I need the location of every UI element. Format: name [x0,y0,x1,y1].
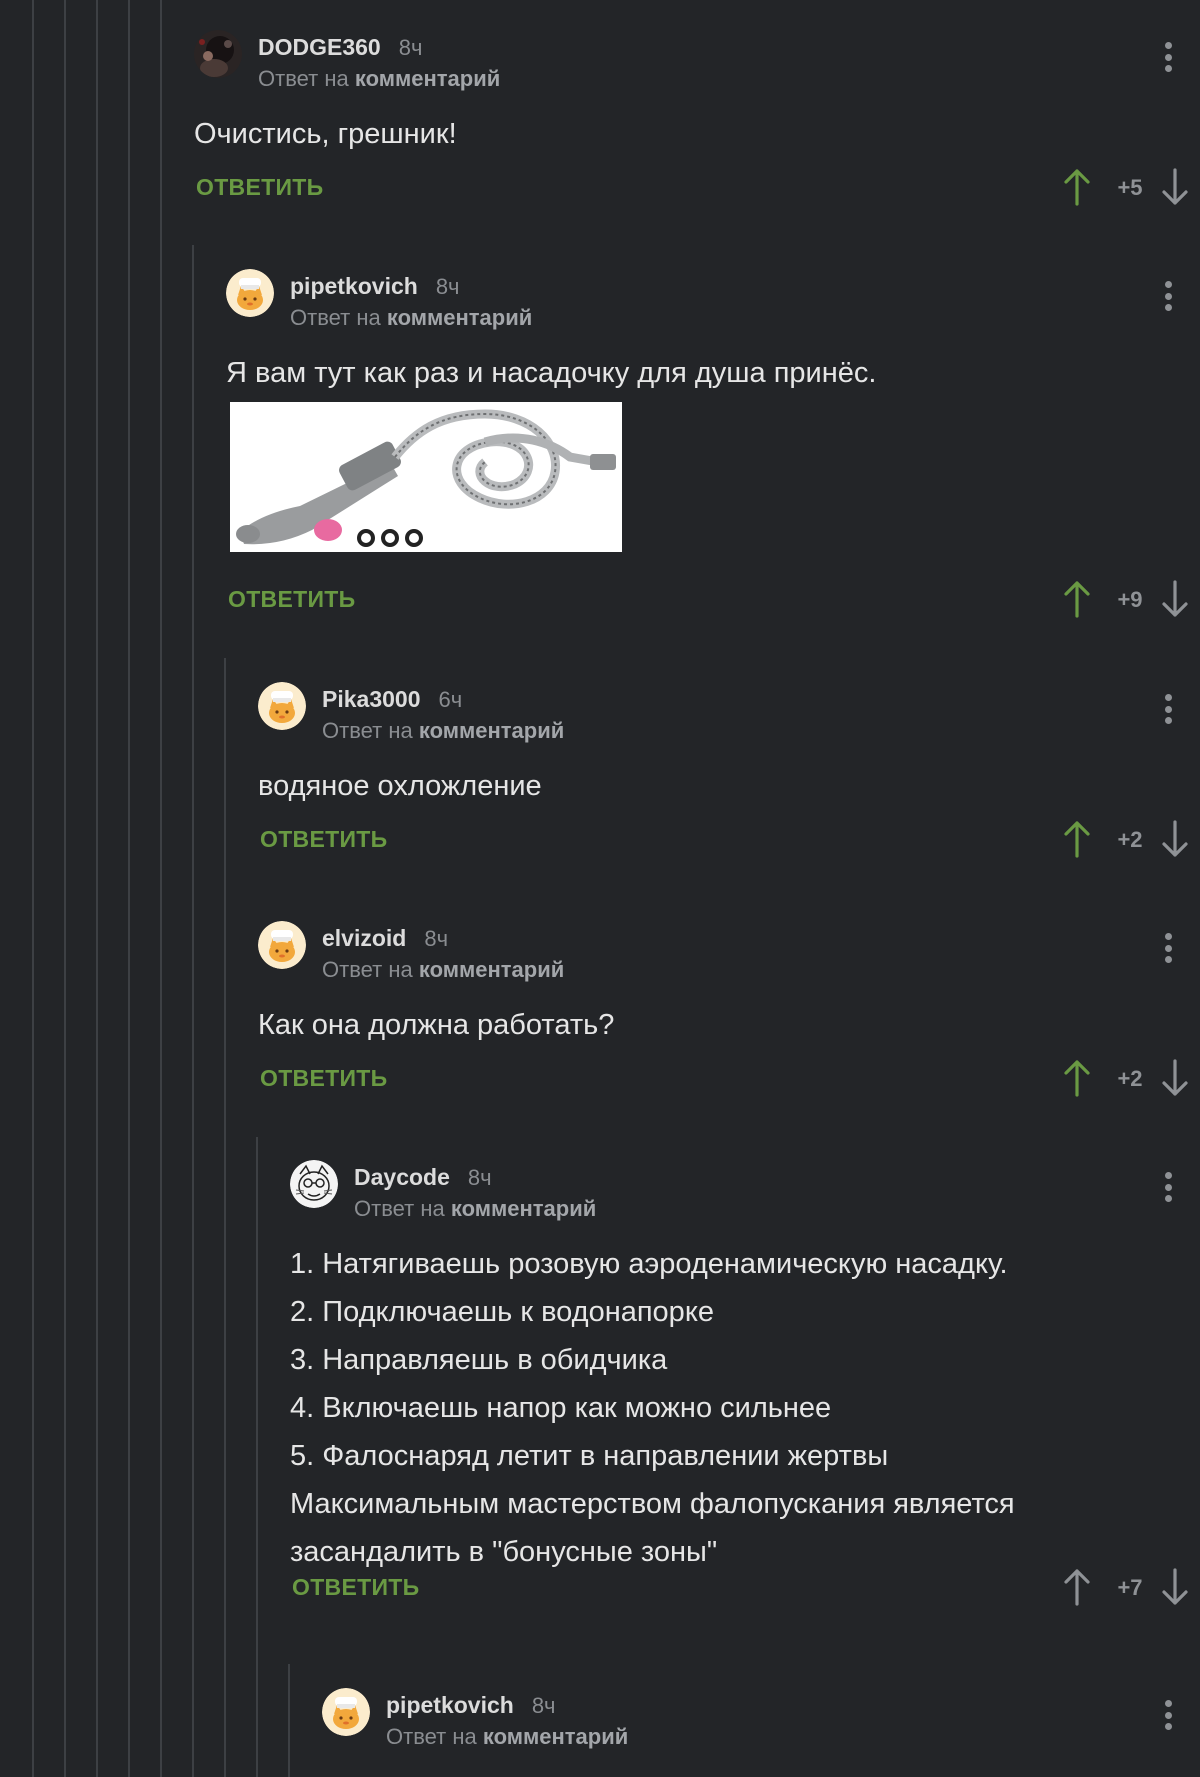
comment: Daycode 8ч Ответ на комментарий 1. Натяги… [290,1160,1200,1610]
timestamp: 8ч [398,35,423,60]
more-options-icon[interactable] [1164,1172,1172,1202]
text-line: 4. Включаешь напор как можно сильнее [290,1392,832,1424]
default-cat-avatar-icon [258,682,306,730]
reply-button[interactable]: ОТВЕТИТЬ [260,1065,387,1092]
username[interactable]: elvizoid 8ч [322,925,448,952]
score: +5 [1117,175,1143,200]
more-options-icon[interactable] [1164,42,1172,72]
timestamp: 8ч [424,926,449,951]
upvote-arrow-icon[interactable] [1062,1058,1092,1098]
comment: pipetkovich 8ч Ответ на комментарий [322,1688,1200,1777]
sketch-avatar-icon [290,1160,338,1208]
comment-text: Как она должна работать? [258,1009,615,1041]
comment: pipetkovich 8ч Ответ на комментарий Я вам… [226,269,1200,629]
timestamp: 8ч [531,1693,556,1718]
username[interactable]: DODGE360 8ч [258,34,422,61]
thread-line [160,0,162,1777]
text-line: Максимальным мастерством фалопускания яв… [290,1488,1015,1520]
downvote-arrow-icon[interactable] [1160,1567,1190,1607]
default-cat-avatar-icon [258,921,306,969]
username[interactable]: pipetkovich 8ч [386,1692,556,1719]
username[interactable]: Pika3000 6ч [322,686,462,713]
reply-to-label: Ответ на комментарий [354,1196,597,1221]
thread-line [96,0,98,1777]
reply-to-link[interactable]: комментарий [483,1724,628,1749]
thread-line [32,0,34,1777]
reply-to-label: Ответ на комментарий [322,718,565,743]
reply-to-link[interactable]: комментарий [419,957,564,982]
thread-line [64,0,66,1777]
reply-button[interactable]: ОТВЕТИТЬ [228,586,355,613]
default-cat-avatar-icon [322,1688,370,1736]
vote-controls: +7 [1050,1567,1200,1607]
downvote-arrow-icon[interactable] [1160,819,1190,859]
thread-line [192,245,194,1777]
comment-text: водяное охложление [258,770,542,802]
reply-to-link[interactable]: комментарий [387,305,532,330]
upvote-arrow-icon[interactable] [1062,1567,1092,1607]
comment: Pika3000 6ч Ответ на комментарий водяное … [258,682,1200,862]
thread-line [224,658,226,1777]
more-options-icon[interactable] [1164,1700,1172,1730]
thread-line [128,0,130,1777]
downvote-arrow-icon[interactable] [1160,167,1190,207]
vote-controls: +2 [1050,1058,1200,1098]
comment-text: Я вам тут как раз и насадочку для душа п… [226,357,877,389]
upvote-arrow-icon[interactable] [1062,819,1092,859]
avatar[interactable] [194,30,242,78]
vote-controls: +2 [1050,819,1200,859]
more-options-icon[interactable] [1164,933,1172,963]
reply-to-label: Ответ на комментарий [322,957,565,982]
text-line: 1. Натягиваешь розовую аэроденамическую … [290,1248,1008,1280]
reply-to-label: Ответ на комментарий [386,1724,629,1749]
comment-text: Очистись, грешник! [194,118,457,150]
text-line: 3. Направляешь в обидчика [290,1344,668,1376]
downvote-arrow-icon[interactable] [1160,579,1190,619]
downvote-arrow-icon[interactable] [1160,1058,1190,1098]
shower-attachment-image [230,402,622,552]
avatar[interactable] [258,682,306,730]
upvote-arrow-icon[interactable] [1062,167,1092,207]
avatar[interactable] [258,921,306,969]
vote-controls: +9 [1050,579,1200,619]
thread-line [288,1664,290,1777]
more-options-icon[interactable] [1164,694,1172,724]
timestamp: 8ч [467,1165,492,1190]
vote-controls: +5 [1050,167,1200,207]
reply-to-link[interactable]: комментарий [451,1196,596,1221]
thread-line [256,1137,258,1777]
reply-button[interactable]: ОТВЕТИТЬ [196,174,323,201]
comment-text: 1. Натягиваешь розовую аэроденамическую … [290,1240,1015,1576]
more-options-icon[interactable] [1164,281,1172,311]
reply-to-link[interactable]: комментарий [355,66,500,91]
reply-to-label: Ответ на комментарий [290,305,533,330]
reply-button[interactable]: ОТВЕТИТЬ [260,826,387,853]
score: +7 [1117,1575,1143,1600]
comment-image[interactable] [230,402,622,552]
username[interactable]: Daycode 8ч [354,1164,492,1191]
score: +2 [1117,827,1143,852]
reply-to-link[interactable]: комментарий [419,718,564,743]
text-line: 2. Подключаешь к водонапорке [290,1296,714,1328]
score: +9 [1117,587,1143,612]
comment: DODGE360 8ч Ответ на комментарий Очистись… [194,30,1200,210]
avatar[interactable] [322,1688,370,1736]
dark-photo-avatar-icon [194,30,242,78]
username[interactable]: pipetkovich 8ч [290,273,460,300]
comment: elvizoid 8ч Ответ на комментарий Как она … [258,921,1200,1101]
text-line: 5. Фалоснаряд летит в направлении жертвы [290,1440,889,1472]
default-cat-avatar-icon [226,269,274,317]
reply-to-label: Ответ на комментарий [258,66,501,91]
upvote-arrow-icon[interactable] [1062,579,1092,619]
timestamp: 8ч [435,274,460,299]
text-line: засандалить в "бонусные зоны" [290,1536,718,1568]
timestamp: 6ч [438,687,463,712]
reply-button[interactable]: ОТВЕТИТЬ [292,1574,419,1601]
avatar[interactable] [226,269,274,317]
score: +2 [1117,1066,1143,1091]
avatar[interactable] [290,1160,338,1208]
